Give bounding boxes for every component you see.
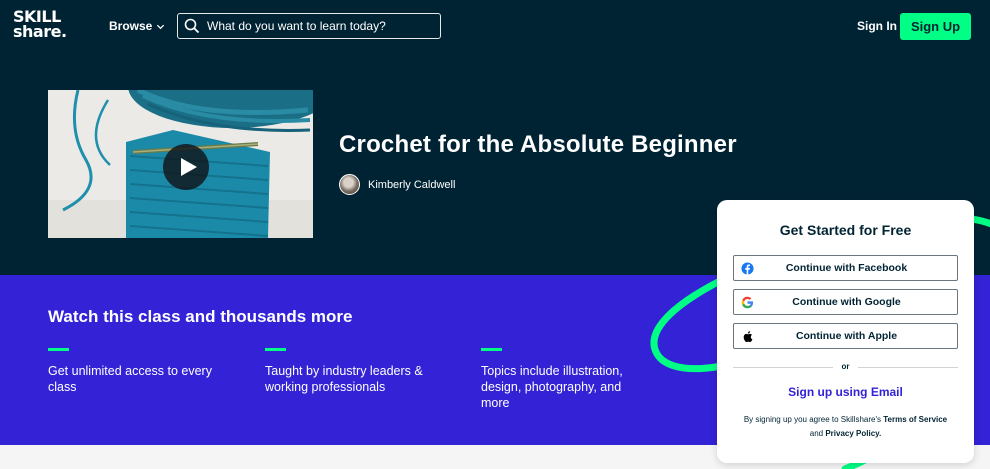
feature-text: Taught by industry leaders & working pro… bbox=[265, 364, 423, 394]
search-input[interactable] bbox=[207, 19, 427, 33]
promo-title: Watch this class and thousands more bbox=[48, 307, 353, 326]
or-divider: or bbox=[733, 362, 958, 372]
terms-and: and bbox=[809, 429, 824, 438]
facebook-button-label: Continue with Facebook bbox=[785, 262, 908, 274]
feature-item: Taught by industry leaders & working pro… bbox=[265, 348, 435, 395]
feature-item: Topics include illustration, design, pho… bbox=[481, 348, 651, 411]
continue-with-facebook-button[interactable]: Continue with Facebook bbox=[733, 255, 958, 281]
feature-text: Topics include illustration, design, pho… bbox=[481, 364, 623, 410]
skillshare-logo[interactable]: SKILL share. bbox=[13, 9, 67, 40]
sign-up-button[interactable]: Sign Up bbox=[900, 13, 971, 40]
google-button-label: Continue with Google bbox=[792, 296, 901, 308]
apple-button-label: Continue with Apple bbox=[795, 330, 898, 342]
feature-text: Get unlimited access to every class bbox=[48, 364, 212, 394]
search-icon bbox=[184, 18, 200, 34]
chevron-down-icon bbox=[157, 24, 165, 29]
play-icon bbox=[180, 158, 197, 176]
browse-menu[interactable]: Browse bbox=[109, 19, 165, 33]
continue-with-google-button[interactable]: Continue with Google bbox=[733, 289, 958, 315]
terms-prefix: By signing up you agree to Skillshare's bbox=[743, 415, 882, 424]
feature-accent bbox=[265, 348, 286, 351]
teacher-name: Kimberly Caldwell bbox=[368, 178, 456, 191]
feature-accent bbox=[481, 348, 502, 351]
sign-up-email-link[interactable]: Sign up using Email bbox=[717, 385, 974, 399]
top-nav: SKILL share. Browse Sign In Sign Up bbox=[0, 0, 990, 52]
signup-card-title: Get Started for Free bbox=[779, 222, 912, 238]
teacher-avatar bbox=[339, 174, 360, 195]
teacher-link[interactable]: Kimberly Caldwell bbox=[339, 174, 455, 195]
class-title: Crochet for the Absolute Beginner bbox=[339, 131, 737, 158]
play-button[interactable] bbox=[163, 144, 209, 190]
feature-item: Get unlimited access to every class bbox=[48, 348, 218, 395]
continue-with-apple-button[interactable]: Continue with Apple bbox=[733, 323, 958, 349]
privacy-policy-link[interactable]: Privacy Policy. bbox=[825, 429, 881, 438]
terms-of-service-link[interactable]: Terms of Service bbox=[883, 415, 947, 424]
signup-card: Get Started for Free Continue with Faceb… bbox=[717, 200, 974, 463]
browse-label: Browse bbox=[109, 19, 153, 33]
search-box[interactable] bbox=[177, 13, 441, 39]
feature-accent bbox=[48, 348, 69, 351]
sign-in-link[interactable]: Sign In bbox=[857, 19, 897, 33]
terms-notice: By signing up you agree to Skillshare's … bbox=[733, 413, 958, 441]
divider-line bbox=[858, 367, 958, 368]
